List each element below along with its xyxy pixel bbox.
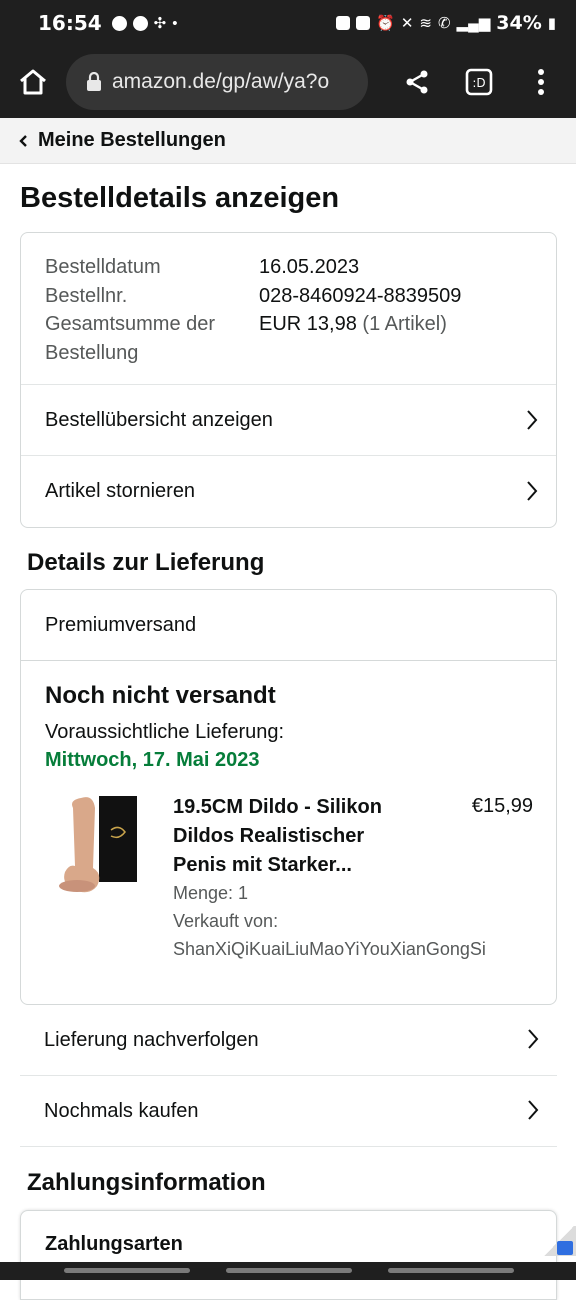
cancel-items-label: Artikel stornieren (45, 480, 196, 502)
nav-back-handle[interactable] (388, 1268, 514, 1273)
cancel-items-link[interactable]: Artikel stornieren (21, 455, 556, 527)
shield-x-icon (132, 15, 148, 31)
clock: 16:54 (38, 11, 102, 35)
share-icon (406, 70, 428, 94)
chevron-right-icon (528, 1100, 539, 1120)
order-number-row: Bestellnr. 028-8460924-8839509 (45, 282, 532, 311)
product-thumbnail (59, 796, 137, 893)
floating-badge-icon[interactable] (557, 1241, 573, 1255)
order-total-row: Gesamtsumme der Bestellung EUR 13,98 (1 … (45, 310, 532, 367)
track-package-link[interactable]: Lieferung nachverfolgen (20, 1005, 557, 1076)
dot-icon: • (172, 14, 178, 32)
payment-heading: Zahlungsinformation (27, 1169, 266, 1196)
call-icon: ✆ (437, 15, 451, 32)
view-order-summary-label: Bestellübersicht anzeigen (45, 409, 273, 431)
breadcrumb[interactable]: Meine Bestellungen (0, 118, 576, 164)
eta-date: Mittwoch, 17. Mai 2023 (45, 749, 260, 771)
url-text: amazon.de/gp/aw/ya?o (112, 70, 330, 93)
more-vertical-icon (538, 69, 544, 95)
battery-percent: 34% (496, 12, 542, 34)
system-icons: ⏰ ✕ ≋ ✆ ▂▄▆ 34% ▮ (336, 12, 556, 34)
shipment-status: Noch nicht versandt (45, 682, 276, 709)
order-number-value: 028-8460924-8839509 (259, 284, 462, 307)
chevron-left-icon (19, 134, 27, 147)
product-title-line: Penis mit Starker... (173, 854, 352, 876)
tab-switcher-icon: :D (465, 68, 493, 96)
order-total-value: EUR 13,98 (1 Artikel) (259, 310, 447, 367)
recycle-icon (356, 16, 371, 30)
breadcrumb-label: Meine Bestellungen (38, 129, 226, 151)
order-summary-card: Bestelldatum 16.05.2023 Bestellnr. 028-8… (20, 232, 557, 528)
product-title-line: Dildos Realistischer (173, 825, 365, 847)
order-total-label-line2: Bestellung (45, 341, 139, 364)
home-icon (20, 69, 46, 95)
product-title[interactable]: 19.5CM Dildo - Silikon Dildos Realistisc… (173, 793, 413, 880)
browser-toolbar: amazon.de/gp/aw/ya?o :D (0, 46, 576, 118)
notification-icons: ✣ • (111, 14, 178, 32)
wifi-icon: ≋ (419, 15, 432, 32)
nav-recents-handle[interactable] (64, 1268, 190, 1273)
product-price: €15,99 (471, 795, 533, 817)
buy-again-link[interactable]: Nochmals kaufen (20, 1076, 557, 1147)
url-bar[interactable]: amazon.de/gp/aw/ya?o (66, 54, 368, 110)
buy-again-label: Nochmals kaufen (44, 1099, 199, 1122)
order-date-label: Bestelldatum (45, 256, 161, 278)
tabs-button[interactable]: :D (448, 46, 510, 118)
order-number-label: Bestellnr. (45, 284, 128, 307)
order-date-row: Bestelldatum 16.05.2023 (45, 253, 532, 282)
chevron-right-icon (527, 410, 538, 430)
shipping-method: Premiumversand (21, 590, 556, 661)
delivery-heading: Details zur Lieferung (27, 549, 265, 576)
system-nav-bar (0, 1262, 576, 1280)
page-title: Bestelldetails anzeigen (20, 182, 340, 214)
nav-home-handle[interactable] (226, 1268, 352, 1273)
view-order-summary-link[interactable]: Bestellübersicht anzeigen (21, 384, 556, 456)
share-button[interactable] (386, 46, 448, 118)
chevron-right-icon (527, 481, 538, 501)
alarm-icon: ⏰ (376, 15, 395, 32)
product-quantity: Menge: 1 (173, 883, 249, 903)
order-total-item-count: (1 Artikel) (362, 313, 447, 335)
delivery-card: Premiumversand Noch nicht versandt Vorau… (20, 589, 557, 1005)
chevron-right-icon (528, 1029, 539, 1049)
track-package-label: Lieferung nachverfolgen (44, 1028, 259, 1051)
payment-methods-label: Zahlungsarten (45, 1233, 183, 1255)
home-button[interactable] (0, 46, 66, 118)
seller-name[interactable]: ShanXiQiKuaiLiuMaoYiYouXianGongSi (173, 939, 486, 960)
payment-card: Zahlungsarten (20, 1210, 557, 1300)
upload-icon (336, 16, 351, 30)
mute-icon: ✕ (400, 15, 414, 32)
battery-icon: ▮ (547, 15, 556, 32)
svg-text::D: :D (472, 76, 485, 90)
lock-icon (87, 72, 101, 91)
pinwheel-icon: ✣ (153, 15, 167, 32)
order-total-label: Gesamtsumme der Bestellung (45, 310, 259, 367)
signal-icon: ▂▄▆ (456, 15, 491, 32)
order-total-label-line1: Gesamtsumme der (45, 313, 216, 335)
order-date-value: 16.05.2023 (259, 256, 360, 278)
menu-button[interactable] (510, 46, 572, 118)
order-total-amount: EUR 13,98 (259, 313, 357, 335)
status-bar: 16:54 ✣ • ⏰ ✕ ≋ ✆ ▂▄▆ 34% ▮ (0, 0, 576, 46)
product-image[interactable] (51, 790, 141, 896)
sold-by-label: Verkauft von: (173, 911, 279, 931)
s-circle-icon (111, 15, 127, 31)
product-title-line: 19.5CM Dildo - Silikon (173, 796, 382, 818)
eta-label: Voraussichtliche Lieferung: (45, 721, 285, 743)
